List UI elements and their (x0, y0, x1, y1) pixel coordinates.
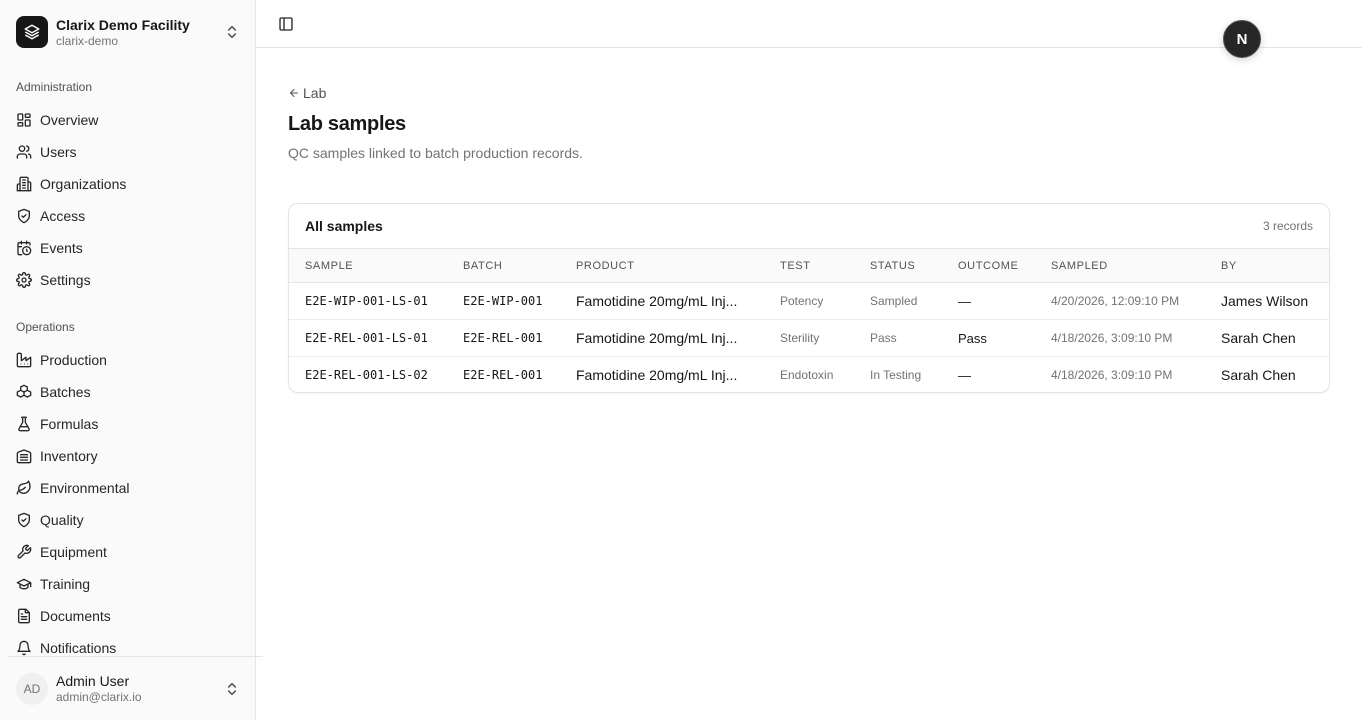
cell-outcome: Pass (958, 331, 987, 346)
n-badge[interactable]: N (1223, 20, 1261, 58)
users-icon (16, 145, 32, 159)
samples-card: All samples 3 records SAMPLE BATCH PRODU… (288, 203, 1330, 393)
nav-group-operations: Operations (16, 320, 75, 334)
column-header-outcome: OUTCOME (958, 260, 1019, 272)
card-header: All samples 3 records (289, 204, 1329, 249)
cell-status: Sampled (870, 294, 918, 308)
cell-product: Famotidine 20mg/mL Inj... (576, 367, 738, 383)
calendar-clock-icon (17, 240, 32, 256)
cell-sample: E2E-REL-001-LS-01 (305, 331, 428, 345)
user-footer: AD Admin User admin@clarix.io (8, 656, 263, 720)
gear-icon (16, 272, 32, 288)
cell-test: Potency (780, 294, 824, 308)
cell-by: Sarah Chen (1221, 330, 1296, 346)
chevrons-up-down-icon (228, 682, 236, 696)
sidebar-item-overview[interactable]: Overview (8, 104, 248, 136)
sidebar-item-inventory[interactable]: Inventory (8, 440, 248, 472)
cell-outcome: — (958, 294, 971, 309)
org-switcher[interactable]: Clarix Demo Facility clarix-demo (8, 8, 248, 56)
column-header-by: BY (1221, 260, 1237, 272)
table-row[interactable]: E2E-WIP-001-LS-01 E2E-WIP-001 Famotidine… (289, 283, 1329, 320)
sidebar-item-quality[interactable]: Quality (8, 504, 248, 536)
cell-by: James Wilson (1221, 293, 1309, 309)
grid-icon (17, 113, 31, 127)
layers-icon (16, 16, 48, 48)
org-slug: clarix-demo (56, 33, 119, 48)
user-menu-button[interactable]: AD Admin User admin@clarix.io (8, 665, 248, 713)
shield-check-icon (18, 208, 30, 224)
back-link-label: Lab (303, 85, 327, 101)
file-text-icon (18, 608, 30, 624)
record-count: 3 records (1262, 219, 1313, 233)
cell-sample: E2E-WIP-001-LS-01 (305, 294, 428, 308)
wrench-icon (17, 544, 32, 559)
sidebar-item-training[interactable]: Training (8, 568, 248, 600)
leaf-icon (16, 480, 31, 495)
sidebar-toggle-button[interactable] (276, 14, 296, 34)
cell-product: Famotidine 20mg/mL Inj... (576, 293, 738, 309)
nav-administration: Overview Users Organizations Access Even… (8, 104, 248, 296)
nav-group-administration: Administration (16, 80, 93, 94)
user-name: Admin User (56, 673, 130, 689)
warehouse-icon (16, 449, 32, 464)
chevrons-up-down-icon (228, 25, 236, 39)
column-header-product: PRODUCT (576, 260, 635, 272)
sidebar-item-documents[interactable]: Documents (8, 600, 248, 632)
sidebar-item-batches[interactable]: Batches (8, 376, 248, 408)
sidebar-item-production[interactable]: Production (8, 344, 248, 376)
nav-operations: Production Batches Formulas Inventory En… (8, 344, 248, 664)
sidebar-item-environmental[interactable]: Environmental (8, 472, 248, 504)
graduation-cap-icon (16, 578, 32, 590)
avatar: AD (16, 673, 48, 705)
column-header-sample: SAMPLE (305, 260, 354, 272)
cell-batch: E2E-REL-001 (463, 368, 543, 382)
cell-batch: E2E-REL-001 (463, 331, 543, 345)
cell-sampled: 4/18/2026, 3:09:10 PM (1051, 368, 1173, 382)
table-row[interactable]: E2E-REL-001-LS-01 E2E-REL-001 Famotidine… (289, 320, 1329, 357)
sidebar: Clarix Demo Facility clarix-demo Adminis… (0, 0, 263, 720)
org-name: Clarix Demo Facility (56, 16, 190, 33)
sidebar-item-equipment[interactable]: Equipment (8, 536, 248, 568)
column-header-test: TEST (780, 260, 811, 272)
sidebar-item-settings[interactable]: Settings (8, 264, 248, 296)
cell-sampled: 4/20/2026, 12:09:10 PM (1051, 294, 1180, 308)
cell-outcome: — (958, 368, 971, 383)
back-link[interactable]: Lab (288, 84, 326, 102)
sidebar-item-formulas[interactable]: Formulas (8, 408, 248, 440)
cell-status: In Testing (870, 368, 922, 382)
cell-sampled: 4/18/2026, 3:09:10 PM (1051, 331, 1173, 345)
bell-icon (17, 640, 31, 656)
card-title: All samples (305, 218, 383, 234)
shield-check-icon (18, 512, 30, 528)
top-bar (256, 0, 1362, 48)
cell-sample: E2E-REL-001-LS-02 (305, 368, 428, 382)
table-row[interactable]: E2E-REL-001-LS-02 E2E-REL-001 Famotidine… (289, 357, 1329, 392)
page-title: Lab samples (288, 113, 406, 135)
cell-batch: E2E-WIP-001 (463, 294, 543, 308)
page-description: QC samples linked to batch production re… (288, 145, 583, 161)
sidebar-item-organizations[interactable]: Organizations (8, 168, 248, 200)
column-header-batch: BATCH (463, 260, 503, 272)
cell-test: Endotoxin (780, 368, 834, 382)
sidebar-item-users[interactable]: Users (8, 136, 248, 168)
arrow-left-icon (290, 89, 298, 97)
column-header-status: STATUS (870, 260, 916, 272)
cell-product: Famotidine 20mg/mL Inj... (576, 330, 738, 346)
boxes-icon (16, 384, 32, 398)
factory-icon (16, 352, 32, 368)
building-icon (16, 176, 32, 192)
column-header-sampled: SAMPLED (1051, 260, 1108, 272)
cell-by: Sarah Chen (1221, 367, 1296, 383)
sidebar-item-access[interactable]: Access (8, 200, 248, 232)
flask-icon (18, 416, 30, 432)
table-header: SAMPLE BATCH PRODUCT TEST STATUS OUTCOME… (289, 249, 1329, 283)
sidebar-item-events[interactable]: Events (8, 232, 248, 264)
panel-left-icon (279, 17, 293, 31)
cell-test: Sterility (780, 331, 820, 345)
cell-status: Pass (870, 331, 897, 345)
user-email: admin@clarix.io (56, 690, 142, 704)
